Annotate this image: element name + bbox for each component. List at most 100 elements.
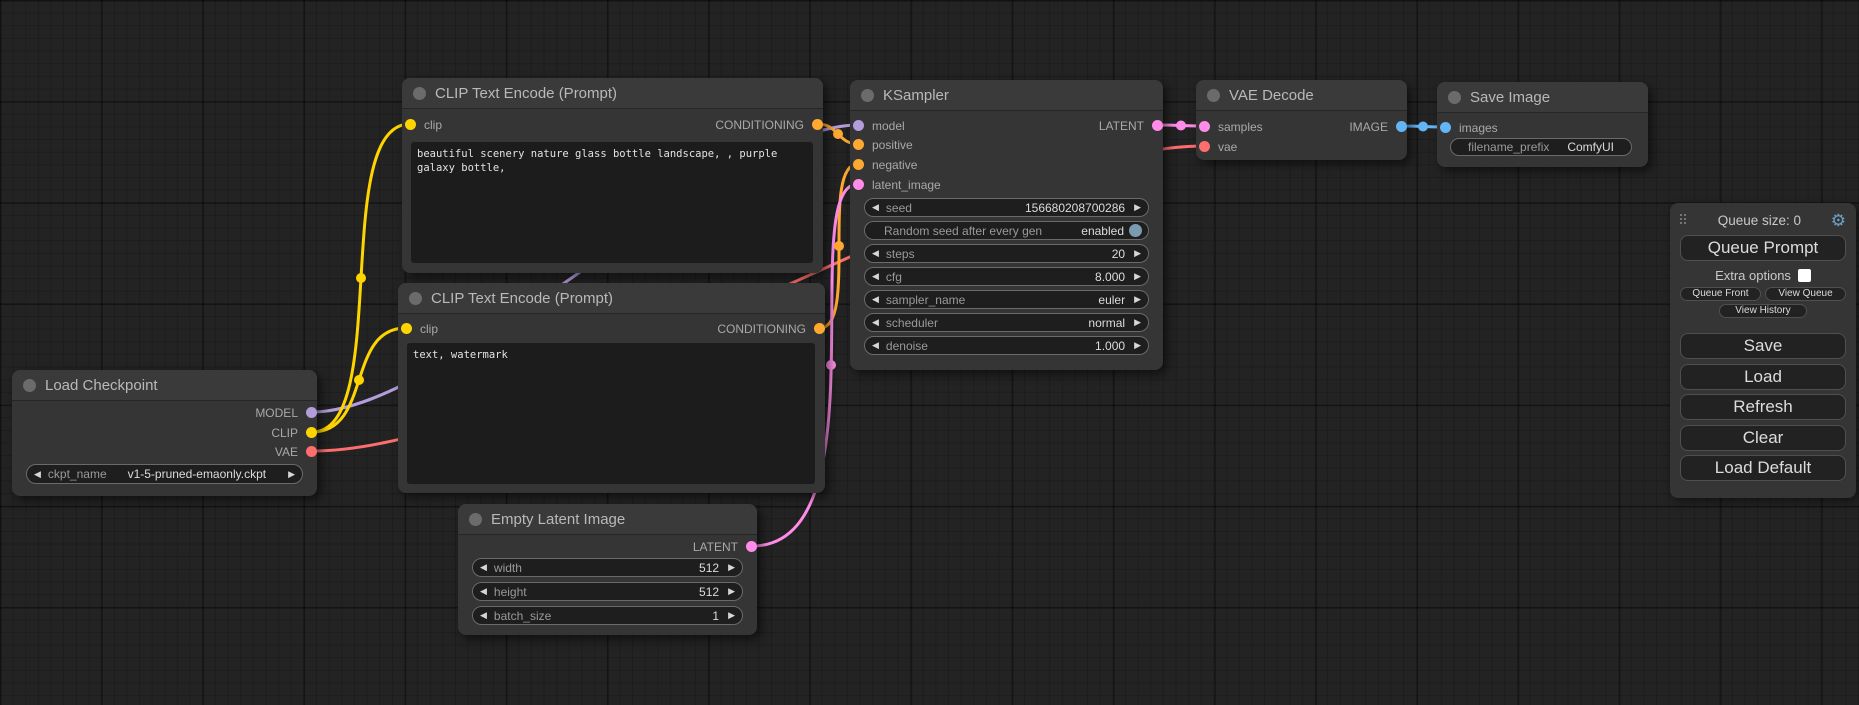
- extra-options-checkbox[interactable]: [1798, 269, 1811, 282]
- output-port-latent[interactable]: [1152, 120, 1163, 131]
- node-save-image[interactable]: Save Image images filename_prefix ComfyU…: [1437, 82, 1648, 167]
- output-port-vae[interactable]: [306, 446, 317, 457]
- node-header[interactable]: KSampler: [850, 80, 1163, 111]
- clear-button[interactable]: Clear: [1680, 425, 1846, 451]
- collapse-dot-icon[interactable]: [861, 89, 874, 102]
- load-default-button[interactable]: Load Default: [1680, 455, 1846, 481]
- node-clip-text-encode-positive[interactable]: CLIP Text Encode (Prompt) clip CONDITION…: [402, 78, 823, 273]
- batch-size-widget[interactable]: ◀ batch_size 1 ▶: [472, 606, 743, 625]
- decrement-arrow-icon[interactable]: ◀: [480, 611, 487, 620]
- queue-front-button[interactable]: Queue Front: [1680, 287, 1761, 301]
- output-slot-model[interactable]: MODEL: [255, 405, 317, 420]
- input-slot-vae[interactable]: vae: [1199, 139, 1237, 154]
- increment-arrow-icon[interactable]: ▶: [1134, 318, 1141, 327]
- graph-canvas[interactable]: Load Checkpoint MODEL CLIP VAE ◀ ckpt_na…: [0, 0, 1859, 705]
- collapse-dot-icon[interactable]: [413, 87, 426, 100]
- input-slot-clip[interactable]: clip: [401, 321, 438, 336]
- increment-arrow-icon[interactable]: ▶: [728, 563, 735, 572]
- ckpt-name-widget[interactable]: ◀ ckpt_name v1-5-pruned-emaonly.ckpt ▶: [26, 464, 303, 484]
- random-seed-widget[interactable]: Random seed after every gen enabled: [864, 221, 1149, 240]
- output-slot-vae[interactable]: VAE: [275, 444, 317, 459]
- output-port-latent[interactable]: [746, 541, 757, 552]
- output-port-clip[interactable]: [306, 427, 317, 438]
- denoise-widget[interactable]: ◀ denoise 1.000 ▶: [864, 336, 1149, 355]
- cfg-widget[interactable]: ◀ cfg 8.000 ▶: [864, 267, 1149, 286]
- decrement-arrow-icon[interactable]: ◀: [872, 318, 879, 327]
- input-slot-positive[interactable]: positive: [853, 137, 913, 152]
- collapse-dot-icon[interactable]: [1207, 89, 1220, 102]
- collapse-dot-icon[interactable]: [23, 379, 36, 392]
- output-slot-conditioning[interactable]: CONDITIONING: [717, 321, 825, 336]
- output-port-model[interactable]: [306, 407, 317, 418]
- node-header[interactable]: Save Image: [1437, 82, 1648, 113]
- input-port-images[interactable]: [1440, 122, 1451, 133]
- output-slot-image[interactable]: IMAGE: [1349, 119, 1407, 134]
- input-slot-latent-image[interactable]: latent_image: [853, 177, 941, 192]
- node-header[interactable]: CLIP Text Encode (Prompt): [402, 78, 823, 109]
- input-slot-negative[interactable]: negative: [853, 157, 917, 172]
- toggle-icon[interactable]: [1129, 224, 1142, 237]
- decrement-arrow-icon[interactable]: ◀: [872, 341, 879, 350]
- increment-arrow-icon[interactable]: ▶: [1134, 249, 1141, 258]
- width-widget[interactable]: ◀ width 512 ▶: [472, 558, 743, 577]
- input-port-latent-image[interactable]: [853, 179, 864, 190]
- node-clip-text-encode-negative[interactable]: CLIP Text Encode (Prompt) clip CONDITION…: [398, 283, 825, 493]
- decrement-arrow-icon[interactable]: ◀: [872, 272, 879, 281]
- refresh-button[interactable]: Refresh: [1680, 394, 1846, 420]
- input-port-vae[interactable]: [1199, 141, 1210, 152]
- queue-prompt-button[interactable]: Queue Prompt: [1680, 235, 1846, 261]
- increment-arrow-icon[interactable]: ▶: [1134, 295, 1141, 304]
- decrement-arrow-icon[interactable]: ◀: [872, 249, 879, 258]
- increment-arrow-icon[interactable]: ▶: [288, 470, 295, 479]
- decrement-arrow-icon[interactable]: ◀: [480, 563, 487, 572]
- view-queue-button[interactable]: View Queue: [1765, 287, 1846, 301]
- output-slot-conditioning[interactable]: CONDITIONING: [715, 117, 823, 132]
- decrement-arrow-icon[interactable]: ◀: [480, 587, 487, 596]
- seed-widget[interactable]: ◀ seed 156680208700286 ▶: [864, 198, 1149, 217]
- node-header[interactable]: Load Checkpoint: [12, 370, 317, 401]
- filename-prefix-widget[interactable]: filename_prefix ComfyUI: [1450, 138, 1632, 156]
- output-port-image[interactable]: [1396, 121, 1407, 132]
- increment-arrow-icon[interactable]: ▶: [1134, 341, 1141, 350]
- load-button[interactable]: Load: [1680, 364, 1846, 390]
- node-header[interactable]: VAE Decode: [1196, 80, 1407, 111]
- increment-arrow-icon[interactable]: ▶: [728, 587, 735, 596]
- node-empty-latent-image[interactable]: Empty Latent Image LATENT ◀ width 512 ▶ …: [458, 504, 757, 635]
- input-slot-model[interactable]: model: [853, 118, 905, 133]
- input-port-model[interactable]: [853, 120, 864, 131]
- decrement-arrow-icon[interactable]: ◀: [872, 295, 879, 304]
- drag-handle-icon[interactable]: [1680, 214, 1688, 226]
- input-port-positive[interactable]: [853, 139, 864, 150]
- view-history-button[interactable]: View History: [1719, 304, 1807, 318]
- collapse-dot-icon[interactable]: [409, 292, 422, 305]
- increment-arrow-icon[interactable]: ▶: [1134, 203, 1141, 212]
- prompt-textarea[interactable]: beautiful scenery nature glass bottle la…: [411, 142, 813, 263]
- collapse-dot-icon[interactable]: [1448, 91, 1461, 104]
- increment-arrow-icon[interactable]: ▶: [728, 611, 735, 620]
- input-slot-images[interactable]: images: [1440, 120, 1498, 135]
- prompt-textarea[interactable]: text, watermark: [407, 343, 815, 484]
- scheduler-widget[interactable]: ◀ scheduler normal ▶: [864, 313, 1149, 332]
- output-slot-clip[interactable]: CLIP: [271, 425, 317, 440]
- output-port-conditioning[interactable]: [814, 323, 825, 334]
- settings-gear-icon[interactable]: ⚙: [1831, 212, 1846, 229]
- decrement-arrow-icon[interactable]: ◀: [34, 470, 41, 479]
- input-port-clip[interactable]: [401, 323, 412, 334]
- height-widget[interactable]: ◀ height 512 ▶: [472, 582, 743, 601]
- node-header[interactable]: CLIP Text Encode (Prompt): [398, 283, 825, 314]
- output-slot-latent[interactable]: LATENT: [693, 539, 757, 554]
- input-port-negative[interactable]: [853, 159, 864, 170]
- node-ksampler[interactable]: KSampler model positive negative latent_…: [850, 80, 1163, 370]
- node-load-checkpoint[interactable]: Load Checkpoint MODEL CLIP VAE ◀ ckpt_na…: [12, 370, 317, 496]
- input-slot-samples[interactable]: samples: [1199, 119, 1263, 134]
- collapse-dot-icon[interactable]: [469, 513, 482, 526]
- node-vae-decode[interactable]: VAE Decode samples vae IMAGE: [1196, 80, 1407, 160]
- input-port-clip[interactable]: [405, 119, 416, 130]
- sampler-name-widget[interactable]: ◀ sampler_name euler ▶: [864, 290, 1149, 309]
- input-slot-clip[interactable]: clip: [405, 117, 442, 132]
- increment-arrow-icon[interactable]: ▶: [1134, 272, 1141, 281]
- node-header[interactable]: Empty Latent Image: [458, 504, 757, 535]
- save-button[interactable]: Save: [1680, 333, 1846, 359]
- input-port-samples[interactable]: [1199, 121, 1210, 132]
- output-port-conditioning[interactable]: [812, 119, 823, 130]
